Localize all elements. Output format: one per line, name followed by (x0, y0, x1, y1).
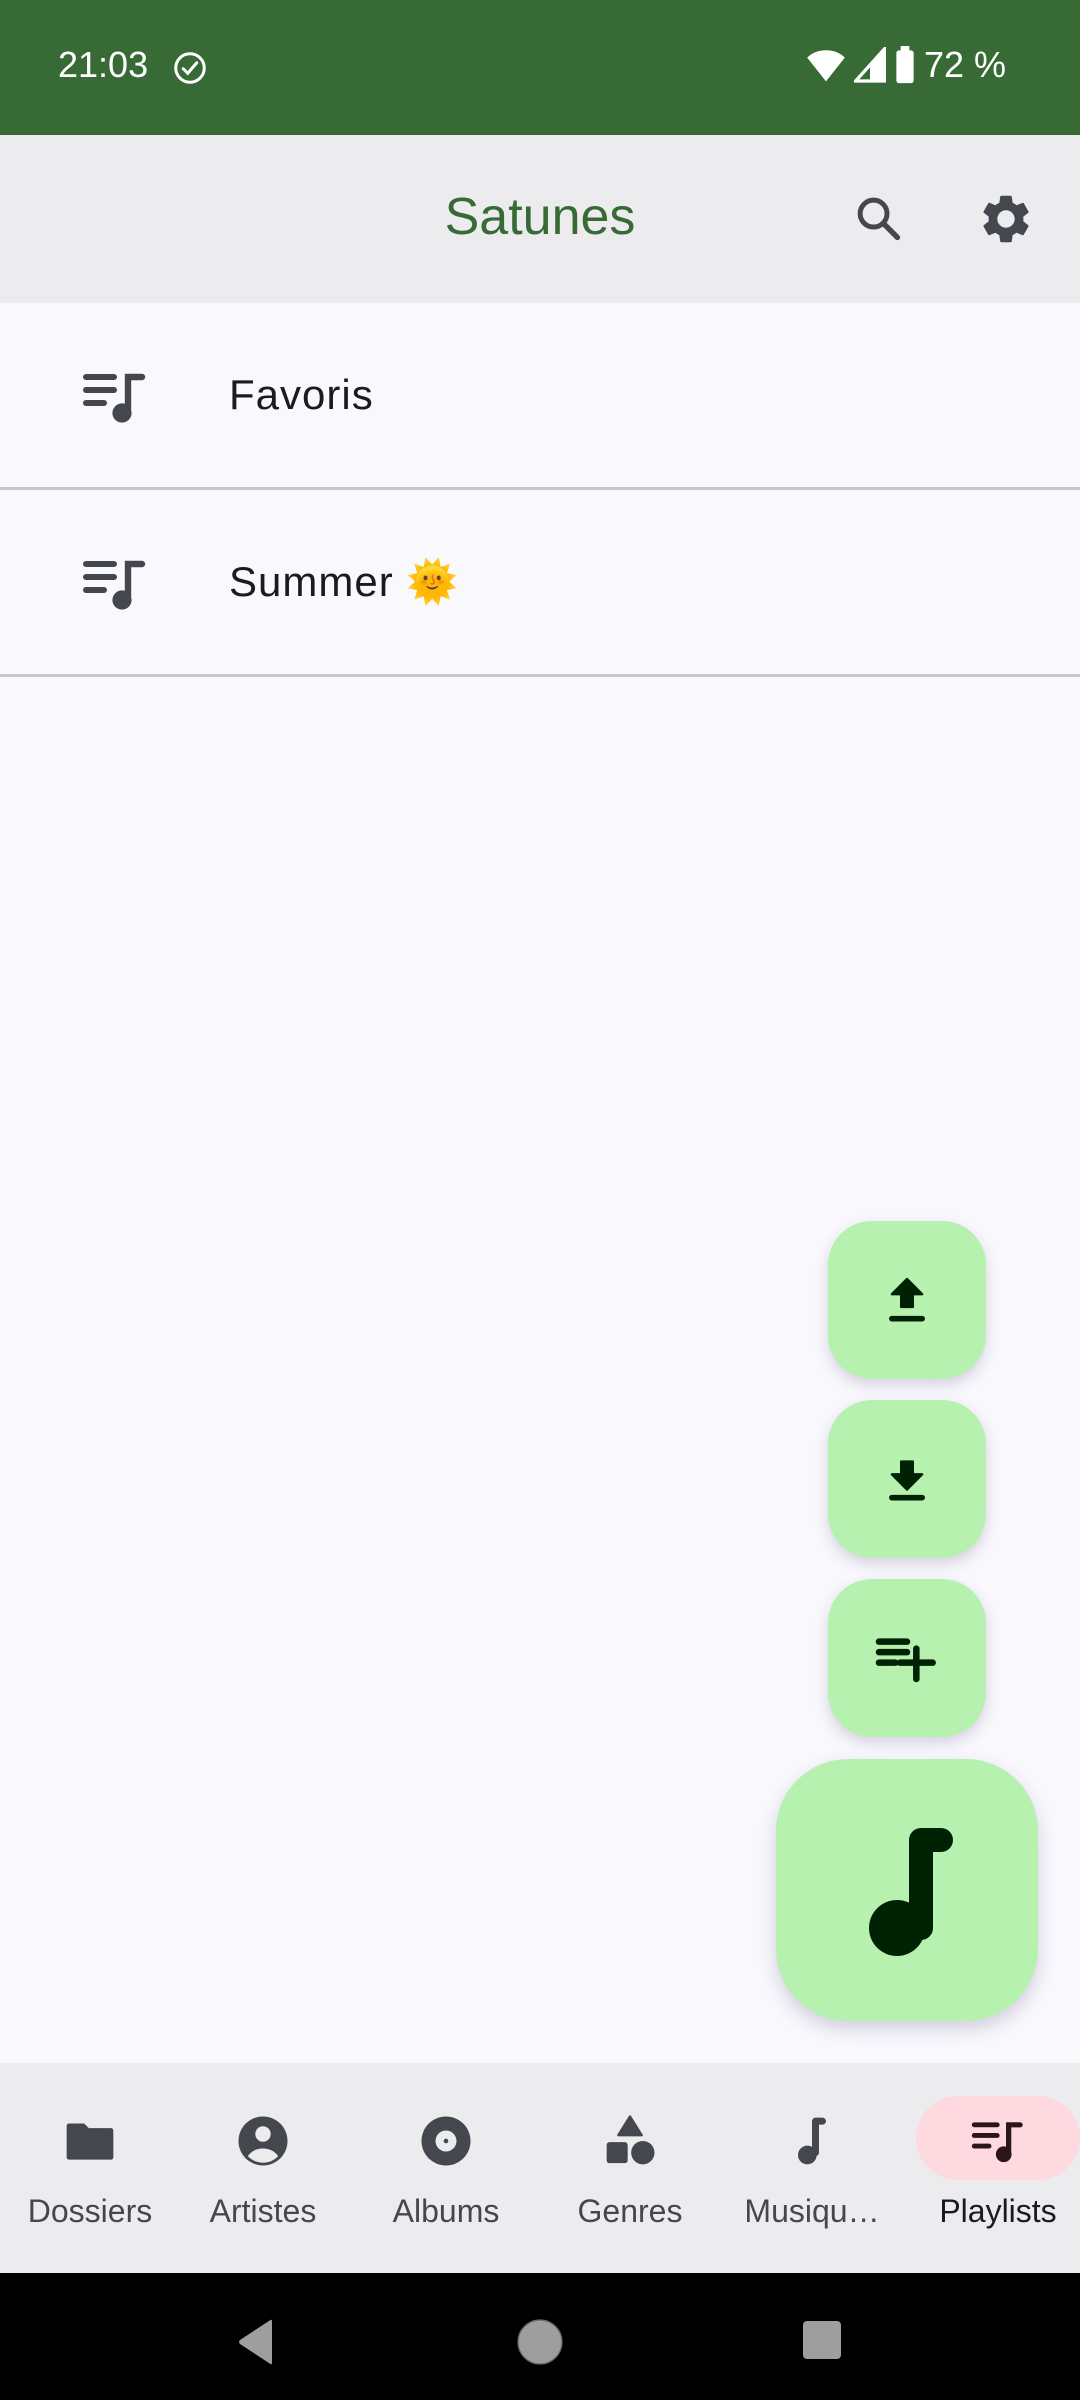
playlist-music-icon (971, 2122, 1023, 2163)
download-icon (889, 1460, 925, 1501)
player-button[interactable] (776, 1759, 1038, 2021)
export-playlists-button[interactable] (828, 1221, 986, 1379)
recents-icon[interactable] (802, 2320, 842, 2360)
battery-percent: 72 % (923, 44, 1006, 85)
search-button[interactable] (839, 179, 919, 259)
upload-icon (889, 1277, 925, 1322)
nav-item-dossiers[interactable]: Dossiers (0, 2063, 180, 2273)
battery-icon (896, 46, 914, 84)
music-note-icon (798, 2117, 826, 2165)
add-playlist-button[interactable] (828, 1579, 986, 1737)
import-playlists-button[interactable] (828, 1400, 986, 1558)
nav-item-genres[interactable]: Genres (540, 2063, 720, 2273)
nav-item-artistes[interactable]: Artistes (173, 2063, 353, 2273)
playlist-item[interactable]: Favoris (0, 303, 1080, 490)
playlist-list: Favoris Summer 🌞 (0, 303, 1080, 677)
music-note-icon (869, 1828, 953, 1956)
nav-label: Genres (577, 2193, 683, 2229)
nav-item-musiques[interactable]: Musiqu… (722, 2063, 902, 2273)
playlist-add-icon (875, 1638, 936, 1683)
playlist-music-icon (83, 373, 146, 423)
system-navigation-bar (0, 2273, 1080, 2400)
search-icon (857, 197, 901, 241)
playlist-item[interactable]: Summer 🌞 (0, 490, 1080, 677)
status-time: 21:03 (58, 44, 149, 85)
playlist-title: Favoris (229, 371, 374, 418)
back-icon[interactable] (234, 2318, 278, 2366)
top-app-bar: Satunes (0, 135, 1080, 303)
nav-label: Musiqu… (744, 2193, 880, 2229)
category-icon (606, 2115, 655, 2165)
playlist-music-icon (83, 560, 146, 610)
wifi-icon (807, 50, 845, 82)
nav-item-albums[interactable]: Albums (356, 2063, 536, 2273)
check-circle-icon (174, 52, 206, 84)
nav-label: Playlists (939, 2193, 1057, 2229)
settings-icon (983, 195, 1029, 243)
nav-label: Dossiers (27, 2193, 153, 2229)
nav-item-playlists[interactable]: Playlists (908, 2063, 1080, 2273)
settings-button[interactable] (966, 179, 1046, 259)
status-bar: 21:03 72 % (0, 0, 1080, 135)
bottom-navigation: Dossiers Artistes Albums Genres Musiqu… … (0, 2063, 1080, 2273)
account-circle-icon (238, 2116, 288, 2166)
home-icon[interactable] (516, 2318, 564, 2366)
signal-icon (853, 47, 886, 83)
status-icons: 72 % (806, 44, 1006, 86)
folder-icon (66, 2123, 114, 2160)
nav-label: Albums (392, 2193, 500, 2229)
nav-label: Artistes (209, 2193, 317, 2229)
album-icon (421, 2116, 471, 2166)
playlist-title: Summer 🌞 (229, 557, 460, 605)
